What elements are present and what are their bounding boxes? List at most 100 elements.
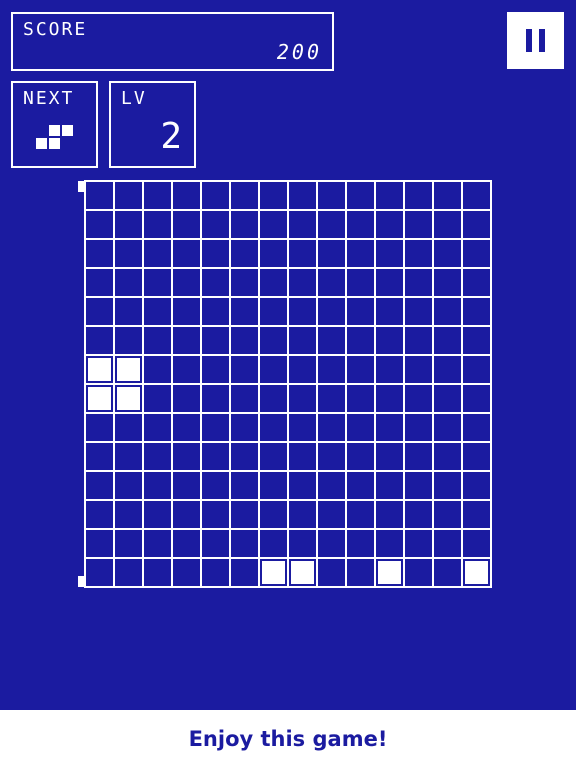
board-cell (347, 211, 376, 240)
board-cell (86, 182, 115, 211)
board-cell (231, 443, 260, 472)
board-cell (347, 182, 376, 211)
board-cell (144, 327, 173, 356)
level-label: LV (121, 88, 147, 109)
board-cell (318, 182, 347, 211)
board-cell (318, 269, 347, 298)
filled-block (86, 385, 115, 414)
board-cell (463, 472, 492, 501)
board-cell (231, 530, 260, 559)
board-cell (86, 443, 115, 472)
board-cell (376, 356, 405, 385)
board-cell (434, 472, 463, 501)
board-cell (231, 356, 260, 385)
board-cell (144, 443, 173, 472)
board-cell (231, 298, 260, 327)
board-cell (260, 240, 289, 269)
board-cell (405, 182, 434, 211)
board-cell (86, 414, 115, 443)
board-cell (318, 385, 347, 414)
board-cell (347, 327, 376, 356)
next-piece-block (49, 125, 60, 136)
next-panel: NEXT (11, 81, 98, 168)
board-cell (405, 327, 434, 356)
board-cell (405, 501, 434, 530)
board-cell (260, 501, 289, 530)
board-cell (405, 443, 434, 472)
board-cell (318, 559, 347, 588)
board-cell (347, 443, 376, 472)
board-cell (434, 385, 463, 414)
board-cell (289, 182, 318, 211)
board-cell (173, 530, 202, 559)
board-cell (231, 327, 260, 356)
filled-block (86, 356, 115, 385)
score-panel: SCORE 200 (11, 12, 334, 71)
filled-block (289, 559, 318, 588)
board-cell (260, 414, 289, 443)
board-cell (231, 211, 260, 240)
board-cell (376, 327, 405, 356)
board-cell (115, 327, 144, 356)
board-cell (405, 269, 434, 298)
board-cell (231, 559, 260, 588)
board-cell (318, 472, 347, 501)
board-cell (376, 501, 405, 530)
board-cell (463, 414, 492, 443)
board-cell (144, 356, 173, 385)
level-value: 2 (160, 116, 182, 157)
board-cell (376, 472, 405, 501)
board-cell (173, 327, 202, 356)
board-cell (347, 414, 376, 443)
board-cell (289, 327, 318, 356)
board-cell (231, 385, 260, 414)
board-cell (463, 501, 492, 530)
footer-text: Enjoy this game! (188, 727, 388, 751)
board-cell (144, 472, 173, 501)
board-cell (318, 443, 347, 472)
score-value: 200 (276, 40, 322, 64)
board-cell (231, 414, 260, 443)
pause-button[interactable] (507, 12, 564, 69)
board-cell (405, 211, 434, 240)
board-cell (202, 472, 231, 501)
board-cell (434, 298, 463, 327)
board-cell (173, 472, 202, 501)
board-cell (434, 559, 463, 588)
score-label: SCORE (23, 19, 88, 40)
board-cell (376, 240, 405, 269)
board-cell (202, 269, 231, 298)
board-cell (202, 356, 231, 385)
board-cell (289, 472, 318, 501)
board-cell (202, 559, 231, 588)
board-cell (115, 530, 144, 559)
board-cell (289, 385, 318, 414)
board-cell (202, 530, 231, 559)
board-cell (86, 559, 115, 588)
board-cell (202, 327, 231, 356)
board-cell (173, 182, 202, 211)
board-cell (289, 211, 318, 240)
board-cell (231, 240, 260, 269)
board-cell (144, 182, 173, 211)
board-cell (289, 414, 318, 443)
board-cell (202, 298, 231, 327)
board-cell (347, 472, 376, 501)
board-cell (376, 298, 405, 327)
next-piece-block (36, 138, 47, 149)
next-piece-block (62, 125, 73, 136)
board-cell (347, 530, 376, 559)
board-cell (434, 414, 463, 443)
board-cell (86, 472, 115, 501)
board-cell (434, 443, 463, 472)
board-cell (260, 530, 289, 559)
game-board[interactable] (84, 180, 492, 588)
board-cell (115, 472, 144, 501)
board-cell (173, 240, 202, 269)
board-cell (202, 182, 231, 211)
board-cell (463, 530, 492, 559)
board-cell (463, 182, 492, 211)
board-cell (144, 501, 173, 530)
board-cell (144, 298, 173, 327)
board-cell (347, 356, 376, 385)
